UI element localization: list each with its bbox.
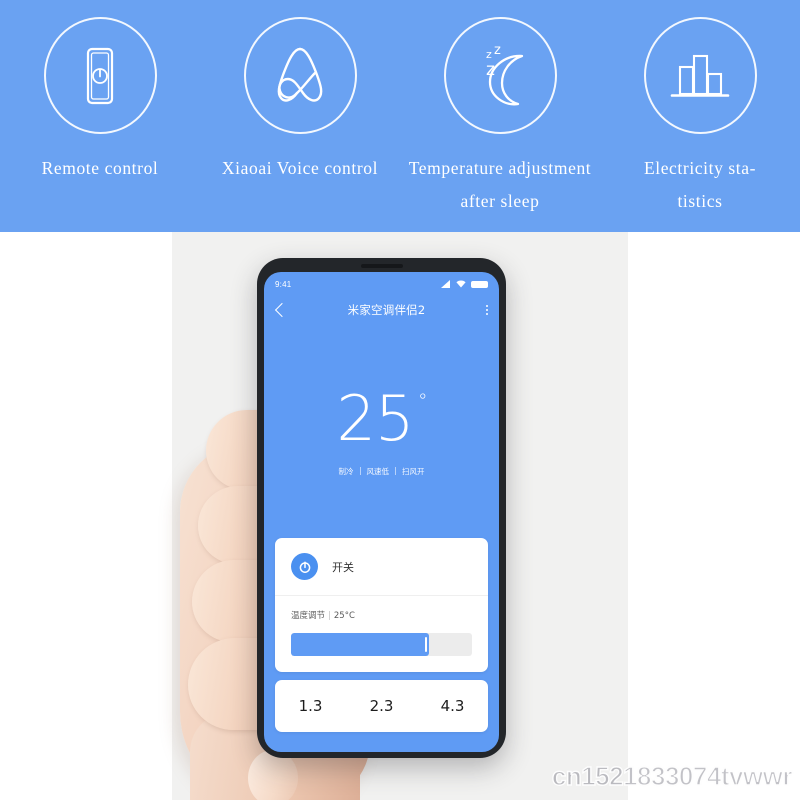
mode-divider [395,467,396,475]
stat-value: 2.3 [369,697,394,715]
bar-chart-icon [643,17,757,134]
kebab-menu-icon[interactable] [486,305,488,315]
stat-value: 1.3 [298,697,323,715]
degree-symbol: ° [417,389,427,412]
slider-label-text: 温度调节 [291,611,326,621]
mode-summary-row: 制冷 风速低 扫风开 [339,466,425,477]
back-chevron-icon[interactable] [274,302,290,318]
signal-bars-icon [441,275,451,293]
temperature-slider[interactable] [291,633,472,656]
temperature-value: 25 [336,381,415,455]
status-bar: 9:41 [264,272,499,294]
feature-label: Xiaoai Voice control [200,152,400,185]
feature-label: Remote control [0,152,200,185]
watermark-text: cn1521833074tvwwr [551,760,793,791]
product-photo: 9:41 米家空调伴侣2 25 ° 制冷 风速低 扫风开 开关 温度调节 | 2… [0,232,800,800]
status-icons [441,275,488,293]
mode-cooling: 制冷 [338,466,354,476]
temperature-value-wrapper: 25 ° [337,387,428,450]
page-title: 米家空调伴侣2 [347,303,426,317]
feature-label-line1: Electricity sta- [643,158,757,178]
status-time: 9:41 [275,279,292,289]
control-card: 开关 温度调节 | 25°C [275,538,488,672]
feature-remote-control: Remote control [0,0,200,232]
feature-electricity-statistics: Electricity sta- tistics [600,0,800,232]
phone-power-icon [43,17,157,134]
mode-fan-speed: 风速低 [366,466,390,476]
temperature-slider-row: 温度调节 | 25°C [275,596,488,672]
slider-handle[interactable] [424,637,428,652]
feature-label-line1: Xiaoai Voice control [221,158,379,178]
mode-swing: 扫风开 [402,466,425,476]
battery-icon [471,280,488,288]
phone-screen: 9:41 米家空调伴侣2 25 ° 制冷 风速低 扫风开 开关 温度调节 | 2… [264,272,499,752]
power-label: 开关 [332,560,354,574]
app-bar: 米家空调伴侣2 [264,294,499,326]
sleep-moon-zzz-icon: z z z [443,17,557,134]
feature-label-line2: after sleep [460,191,540,211]
feature-list: Remote control Xiaoai Voice control z z … [0,0,800,232]
earpiece-speaker [360,264,403,268]
feature-xiaoai-voice: Xiaoai Voice control [200,0,400,232]
svg-text:z: z [494,43,501,58]
feature-label: Temperature adjustment after sleep [400,152,600,218]
mode-divider [359,467,361,475]
temperature-display: 25 ° 制冷 风速低 扫风开 [264,326,499,538]
power-icon[interactable] [291,553,318,580]
product-banner-page: Remote control Xiaoai Voice control z z … [0,0,800,800]
feature-label-line2: tistics [677,191,723,211]
statistics-card: 1.3 2.3 4.3 [275,680,488,732]
wifi-icon [456,275,466,293]
power-row[interactable]: 开关 [275,538,488,596]
feature-label-line1: Remote control [41,158,159,178]
smartphone-device: 9:41 米家空调伴侣2 25 ° 制冷 风速低 扫风开 开关 温度调节 | 2… [257,258,506,758]
xiaoai-logo-icon [243,17,357,134]
feature-sleep-temperature: z z z Temperature adjustment after sleep [400,0,600,232]
feature-banner: Remote control Xiaoai Voice control z z … [0,0,800,232]
slider-label: 温度调节 | 25°C [291,609,472,621]
svg-text:z: z [486,60,495,80]
slider-value: 25°C [333,611,355,621]
slider-label-separator: | [328,611,331,621]
feature-label: Electricity sta- tistics [600,152,800,218]
stat-value: 4.3 [440,697,465,715]
feature-label-line1: Temperature adjustment [408,158,592,178]
slider-fill [291,633,429,656]
